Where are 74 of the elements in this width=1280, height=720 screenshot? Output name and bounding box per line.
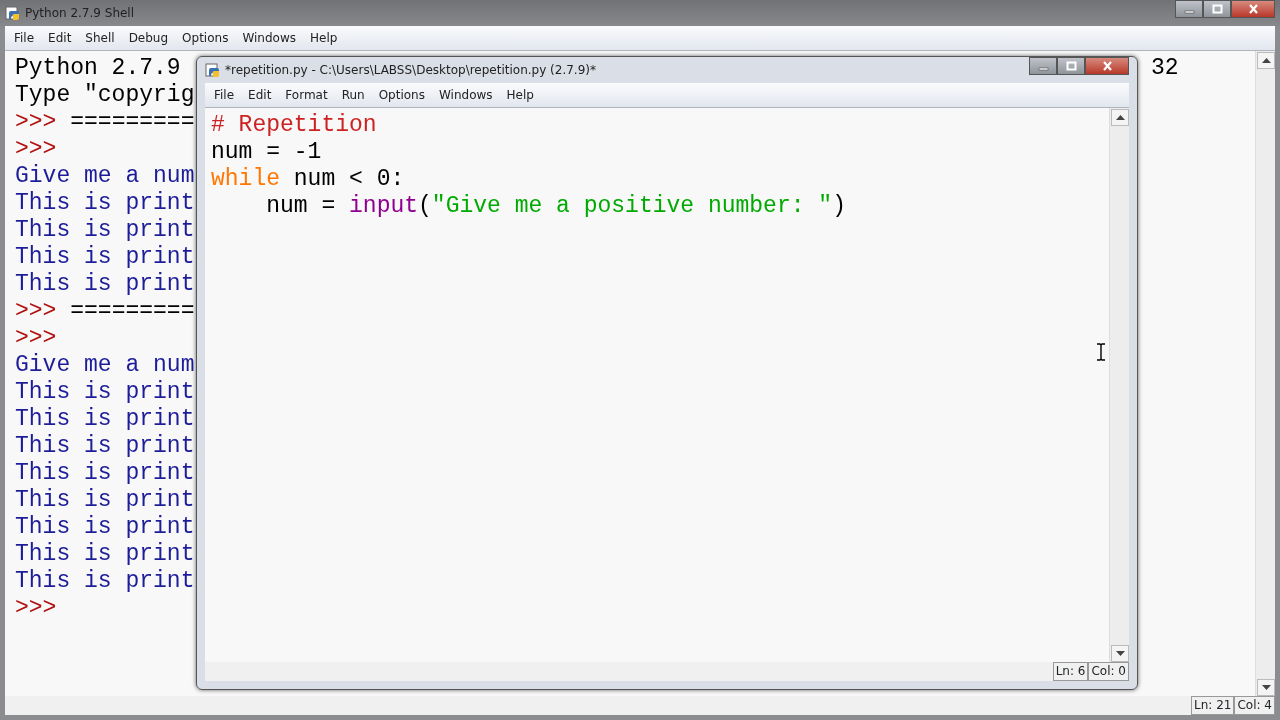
prompt-text: >>> xyxy=(15,595,57,621)
code-text: num = xyxy=(265,193,337,219)
line-indicator: Ln: 6 xyxy=(1052,662,1089,681)
builtin-text: input xyxy=(349,193,419,219)
maximize-button[interactable] xyxy=(1203,0,1231,18)
menu-item[interactable]: Windows xyxy=(431,85,500,105)
line-indicator: Ln: 21 xyxy=(1191,696,1235,715)
code-text: ) xyxy=(832,193,846,219)
code-text: Python 2.7.9 xyxy=(15,55,181,81)
code-text: 32 xyxy=(1151,55,1179,82)
scroll-down-button[interactable] xyxy=(1111,645,1129,662)
scroll-up-button[interactable] xyxy=(1111,109,1129,126)
python-icon xyxy=(205,62,221,78)
menu-item[interactable]: Debug xyxy=(121,28,176,48)
code-text: ========= xyxy=(69,109,195,135)
down-arrow-icon xyxy=(1261,685,1271,690)
prompt-text: >>> xyxy=(15,109,57,135)
code-text: ========= xyxy=(69,298,195,324)
output-text: This is print xyxy=(15,487,195,513)
maximize-button[interactable] xyxy=(1057,57,1085,75)
keyword-text: while xyxy=(211,166,280,192)
window-title: *repetition.py - C:\Users\LABSS\Desktop\repetition.py (2.7.9)* xyxy=(225,62,596,79)
window-title: Python 2.7.9 Shell xyxy=(25,5,135,22)
menu-item[interactable]: Edit xyxy=(241,85,279,105)
output-text: This is print xyxy=(15,541,195,567)
code-text: ( xyxy=(418,193,432,219)
close-button[interactable] xyxy=(1231,0,1275,18)
down-arrow-icon xyxy=(1115,651,1125,656)
output-text: This is print xyxy=(15,406,195,432)
prompt-text: >>> xyxy=(15,298,57,324)
maximize-icon xyxy=(1211,4,1223,14)
up-arrow-icon xyxy=(1261,58,1271,63)
up-arrow-icon xyxy=(1115,115,1125,120)
close-icon xyxy=(1101,61,1113,71)
column-indicator: Col: 0 xyxy=(1088,662,1129,681)
comment-text: # Repetition xyxy=(211,112,377,138)
output-text: This is print xyxy=(15,217,195,243)
code-text: num < 0: xyxy=(292,166,405,192)
output-text: This is print xyxy=(15,460,195,486)
scroll-down-button[interactable] xyxy=(1257,679,1275,696)
text-cursor-icon xyxy=(1096,342,1106,361)
string-text: "Give me a positive number: " xyxy=(431,193,833,219)
column-indicator: Col: 4 xyxy=(1234,696,1275,715)
code-text: num = -1 xyxy=(211,139,322,165)
menu-item[interactable]: Help xyxy=(303,28,345,48)
output-text: Give me a num xyxy=(15,163,195,189)
menu-item[interactable]: Edit xyxy=(41,28,79,48)
prompt-text: >>> xyxy=(15,325,57,351)
menu-item[interactable]: Help xyxy=(499,85,541,105)
output-text: This is print xyxy=(15,271,195,297)
output-text: This is print xyxy=(15,433,195,459)
close-icon xyxy=(1247,4,1259,14)
menu-item[interactable]: Run xyxy=(334,85,372,105)
menu-item[interactable]: Options xyxy=(175,28,236,48)
output-text: This is print xyxy=(15,190,195,216)
output-text: Give me a num xyxy=(15,352,195,378)
minimize-button[interactable] xyxy=(1029,57,1057,75)
minimize-button[interactable] xyxy=(1175,0,1203,18)
menu-item[interactable]: Windows xyxy=(235,28,303,48)
menu-item[interactable]: File xyxy=(207,85,242,105)
python-icon xyxy=(5,5,21,21)
output-text: This is print xyxy=(15,568,195,594)
scroll-up-button[interactable] xyxy=(1257,52,1275,69)
menu-item[interactable]: Options xyxy=(371,85,432,105)
prompt-text: >>> xyxy=(15,136,57,162)
menu-item[interactable]: Format xyxy=(278,85,335,105)
menu-item[interactable]: File xyxy=(7,28,42,48)
menu-item[interactable]: Shell xyxy=(78,28,122,48)
output-text: This is print xyxy=(15,244,195,270)
close-button[interactable] xyxy=(1085,57,1129,75)
maximize-icon xyxy=(1065,61,1077,71)
output-text: This is print xyxy=(15,379,195,405)
code-text: Type "copyrig xyxy=(15,82,195,108)
output-text: This is print xyxy=(15,514,195,540)
